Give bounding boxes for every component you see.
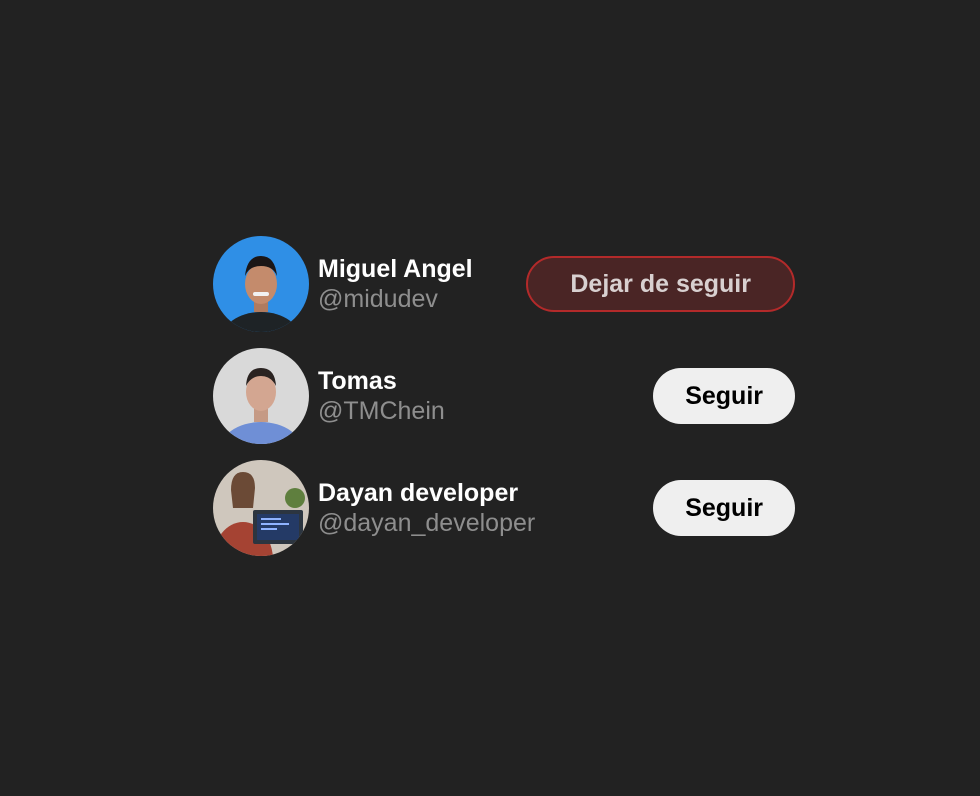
user-info: Dayan developer @dayan_developer xyxy=(318,478,653,538)
avatar[interactable] xyxy=(213,460,309,556)
follow-button[interactable]: Seguir xyxy=(653,368,795,424)
user-name: Miguel Angel xyxy=(318,255,473,283)
user-handle: @midudev xyxy=(318,285,438,313)
avatar-photo-icon xyxy=(213,236,309,332)
avatar-photo-icon xyxy=(213,460,309,556)
user-info: Tomas @TMChein xyxy=(318,366,653,426)
avatar-photo-icon xyxy=(213,348,309,444)
unfollow-button[interactable]: Dejar de seguir xyxy=(526,256,795,312)
user-name: Tomas xyxy=(318,367,397,395)
follow-button[interactable]: Seguir xyxy=(653,480,795,536)
user-name: Dayan developer xyxy=(318,479,519,507)
user-handle: @dayan_developer xyxy=(318,509,536,537)
avatar[interactable] xyxy=(213,348,309,444)
user-card-dayan-developer: Dayan developer @dayan_developer Seguir xyxy=(213,460,795,556)
avatar[interactable] xyxy=(213,236,309,332)
user-info: Miguel Angel @midudev xyxy=(318,254,526,314)
user-card-tmchein: Tomas @TMChein Seguir xyxy=(213,348,795,444)
user-handle: @TMChein xyxy=(318,397,445,425)
follow-suggestions-list: Miguel Angel @midudev Dejar de seguir To… xyxy=(213,236,795,572)
user-card-midudev: Miguel Angel @midudev Dejar de seguir xyxy=(213,236,795,332)
